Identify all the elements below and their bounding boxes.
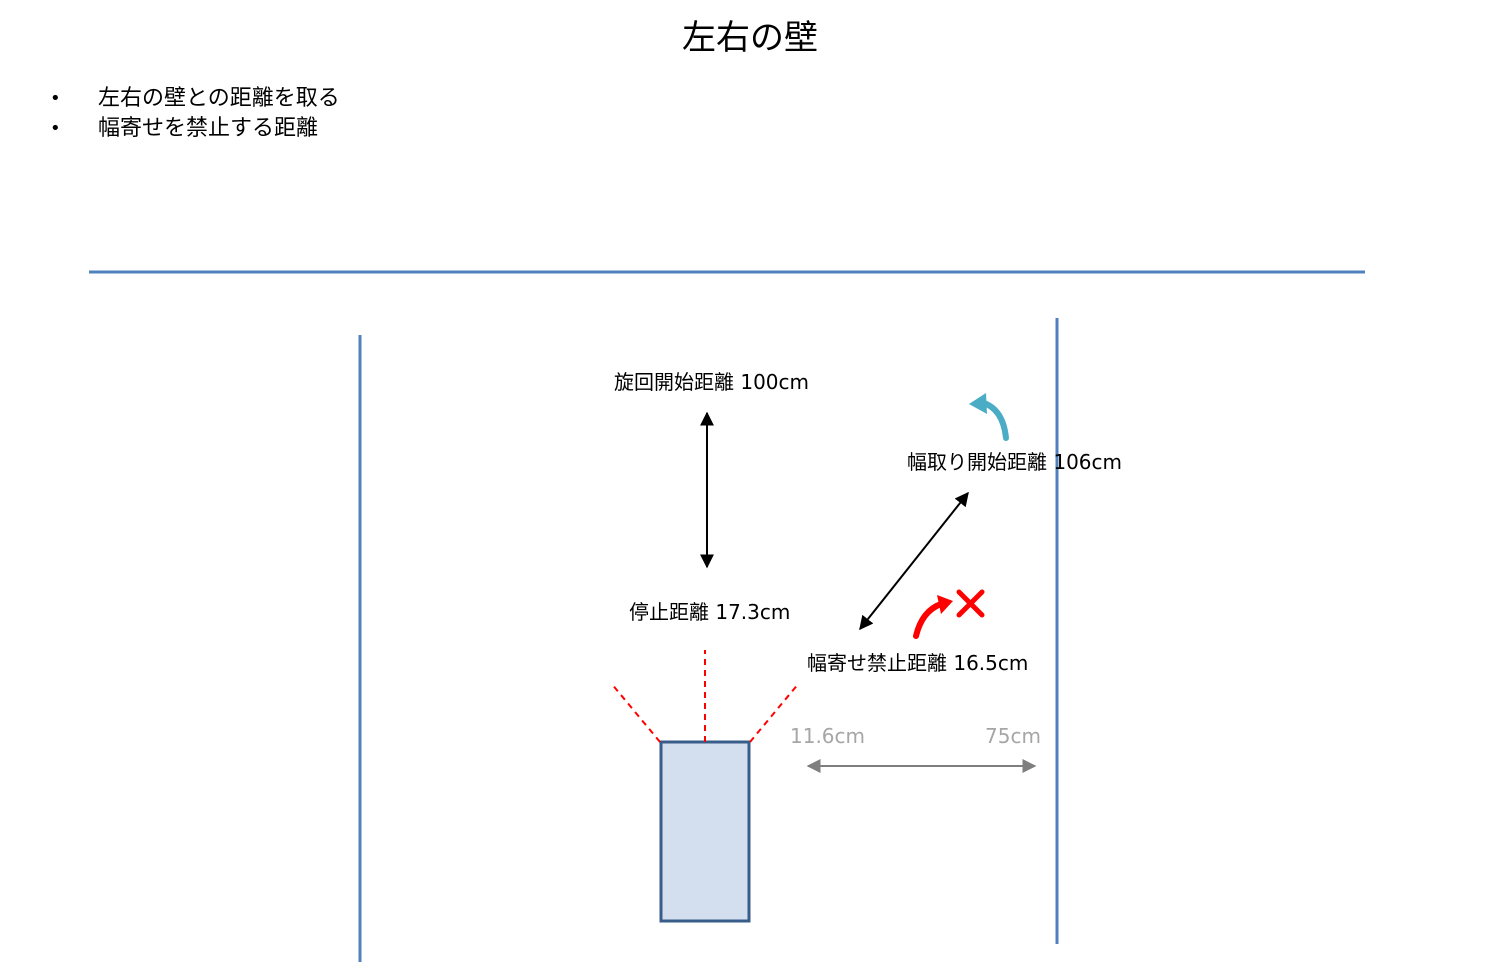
width-start-label: 幅取り開始距離 106cm (907, 450, 1123, 474)
far-distance-label: 75cm (985, 724, 1041, 748)
turn-start-label: 旋回開始距離 100cm (614, 370, 810, 394)
cross-mark-icon (956, 589, 985, 618)
curved-arrow-icon (969, 393, 1009, 441)
stop-distance-label: 停止距離 17.3cm (629, 600, 791, 624)
no-approach-label: 幅寄せ禁止距離 16.5cm (807, 651, 1029, 675)
curved-arrow-icon (913, 595, 953, 639)
near-distance-label: 11.6cm (790, 724, 866, 748)
sensor-beam-left (610, 682, 661, 743)
robot-body (659, 740, 751, 923)
diagram-canvas (89, 270, 1365, 962)
width-distance-arrow (859, 491, 969, 631)
